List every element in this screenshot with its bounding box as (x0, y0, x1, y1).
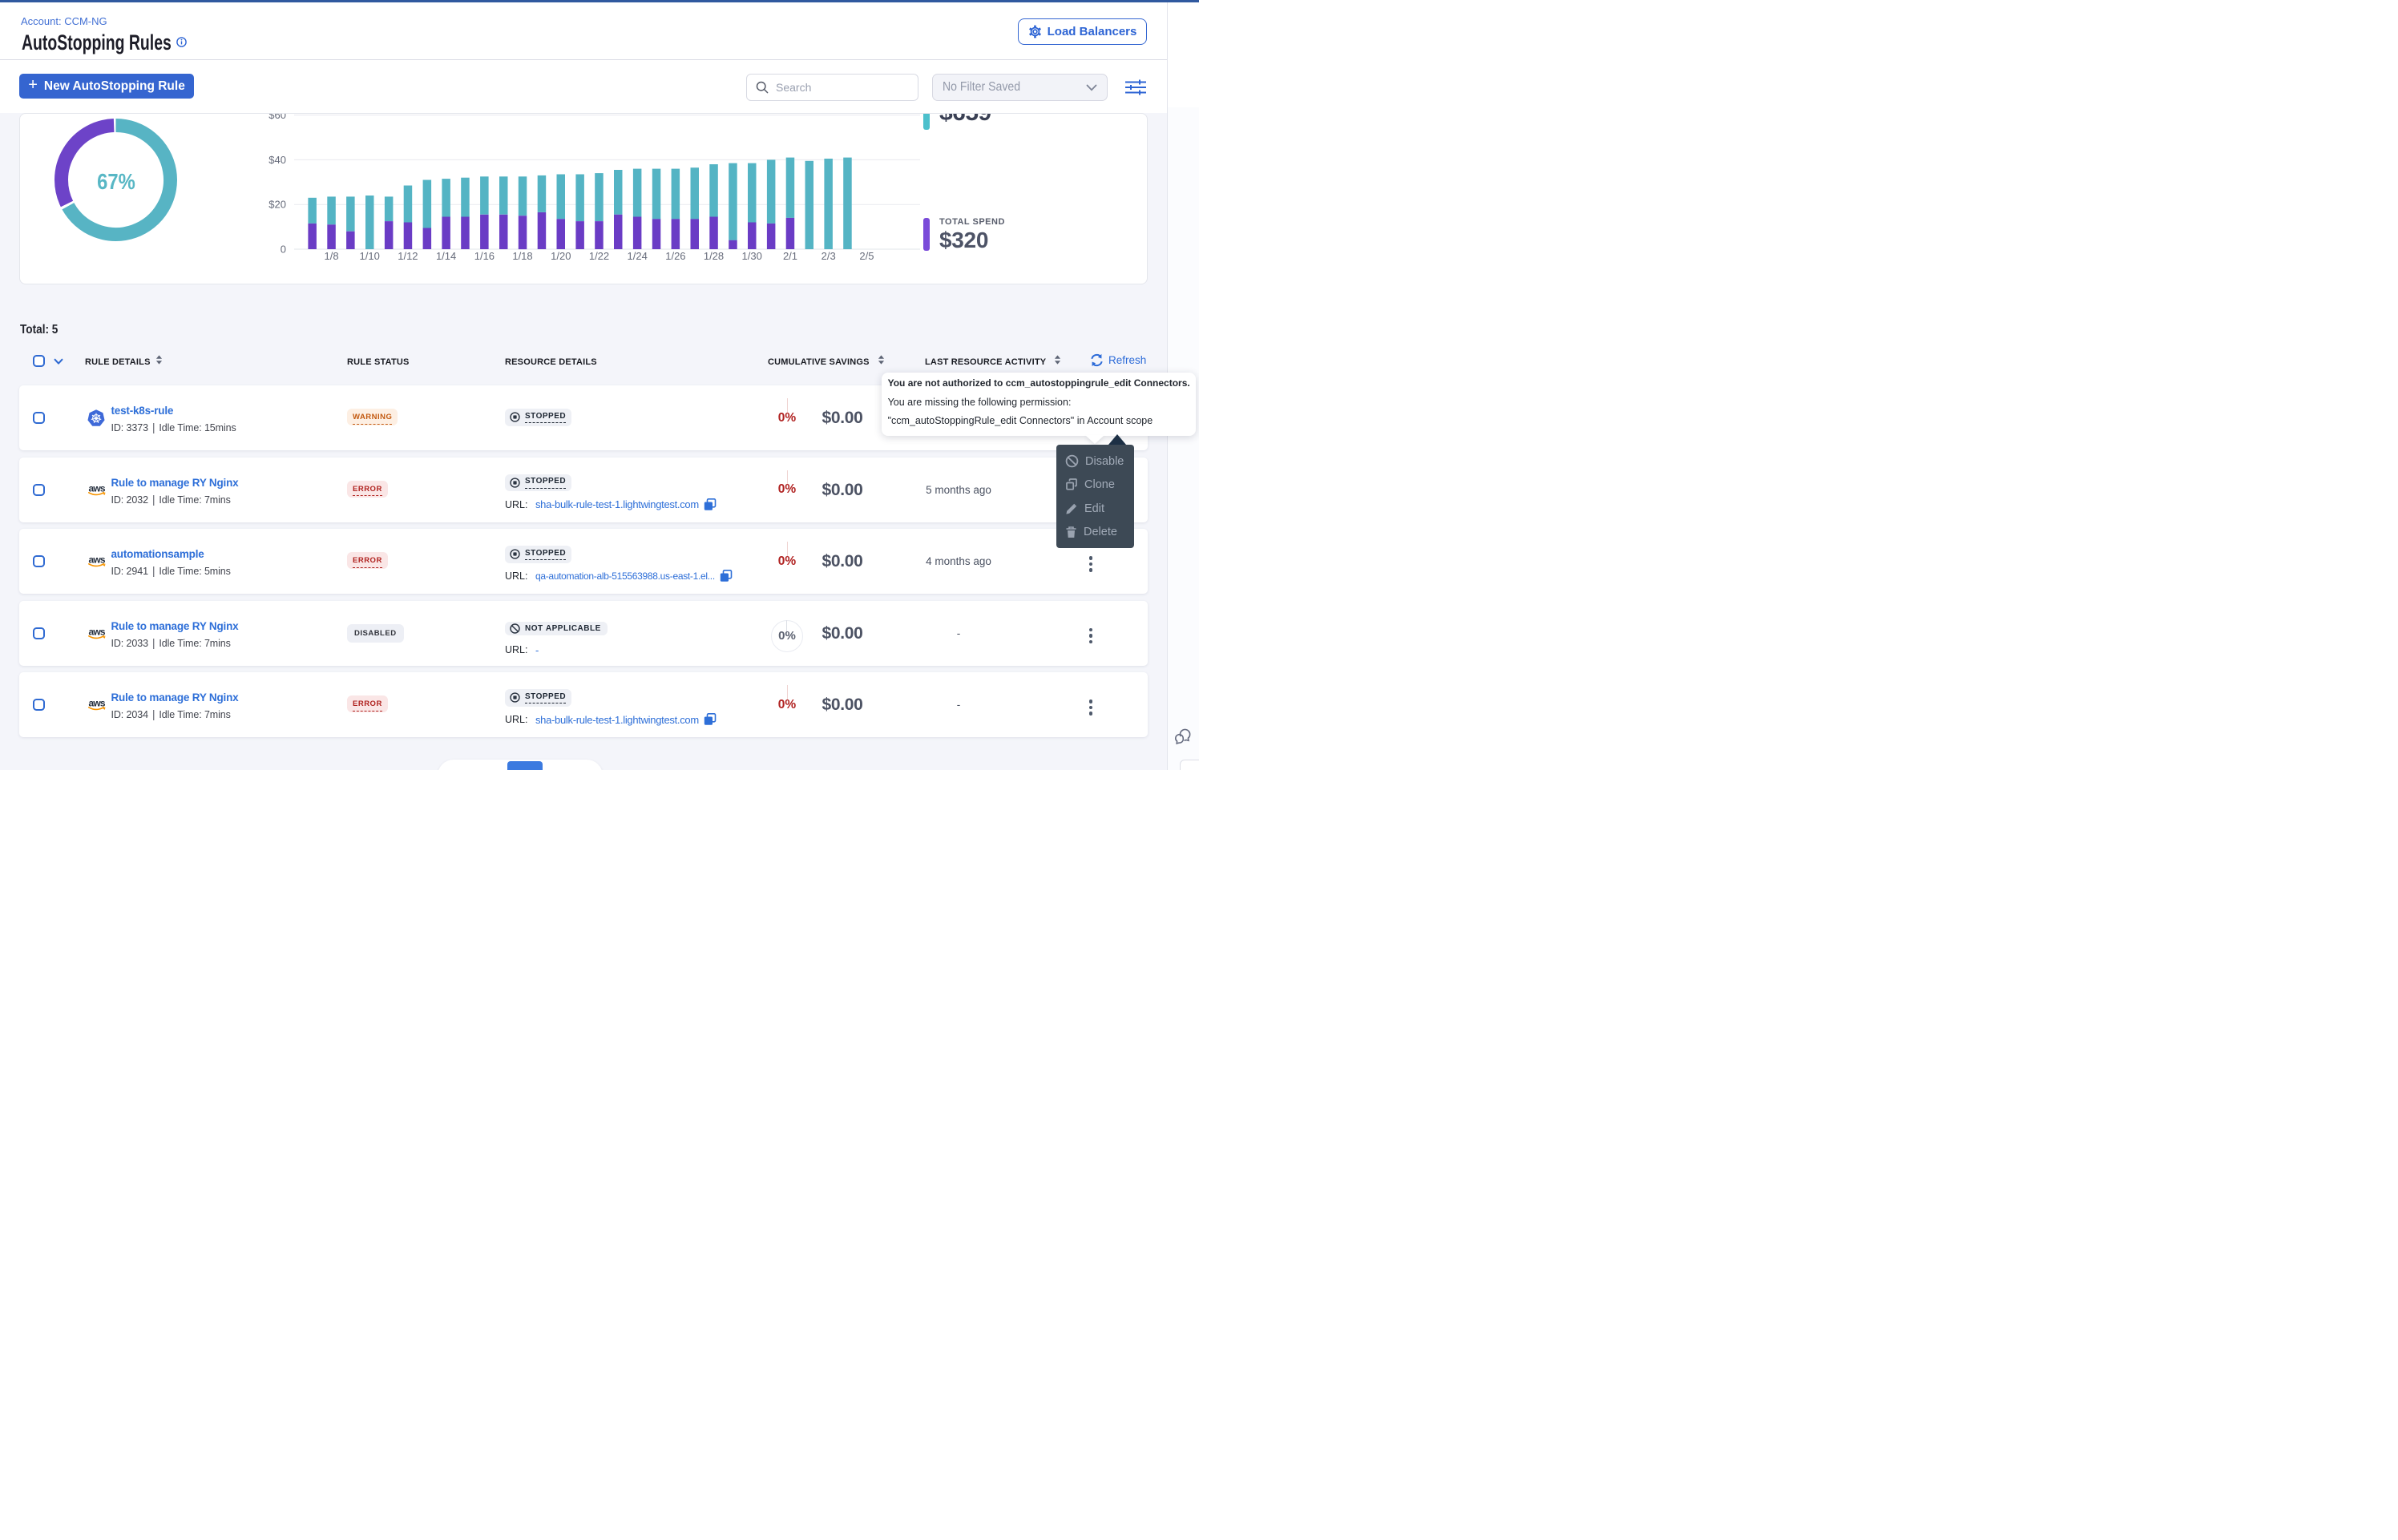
svg-text:1/22: 1/22 (589, 250, 609, 262)
svg-text:1/28: 1/28 (704, 250, 724, 262)
svg-text:1/14: 1/14 (436, 250, 456, 262)
svg-text:$60: $60 (268, 114, 286, 121)
svg-text:2/5: 2/5 (859, 250, 874, 262)
svg-text:1/30: 1/30 (742, 250, 762, 262)
svg-text:$40: $40 (268, 154, 286, 166)
svg-text:2/1: 2/1 (783, 250, 797, 262)
svg-text:1/16: 1/16 (474, 250, 495, 262)
svg-text:1/20: 1/20 (551, 250, 571, 262)
svg-text:2/3: 2/3 (822, 250, 836, 262)
svg-text:1/10: 1/10 (360, 250, 380, 262)
svg-text:1/12: 1/12 (398, 250, 418, 262)
svg-text:1/18: 1/18 (512, 250, 532, 262)
svg-text:1/8: 1/8 (325, 250, 339, 262)
svg-text:1/26: 1/26 (665, 250, 685, 262)
svg-text:0: 0 (281, 244, 286, 256)
svg-text:1/24: 1/24 (628, 250, 648, 262)
svg-text:$20: $20 (268, 199, 286, 211)
